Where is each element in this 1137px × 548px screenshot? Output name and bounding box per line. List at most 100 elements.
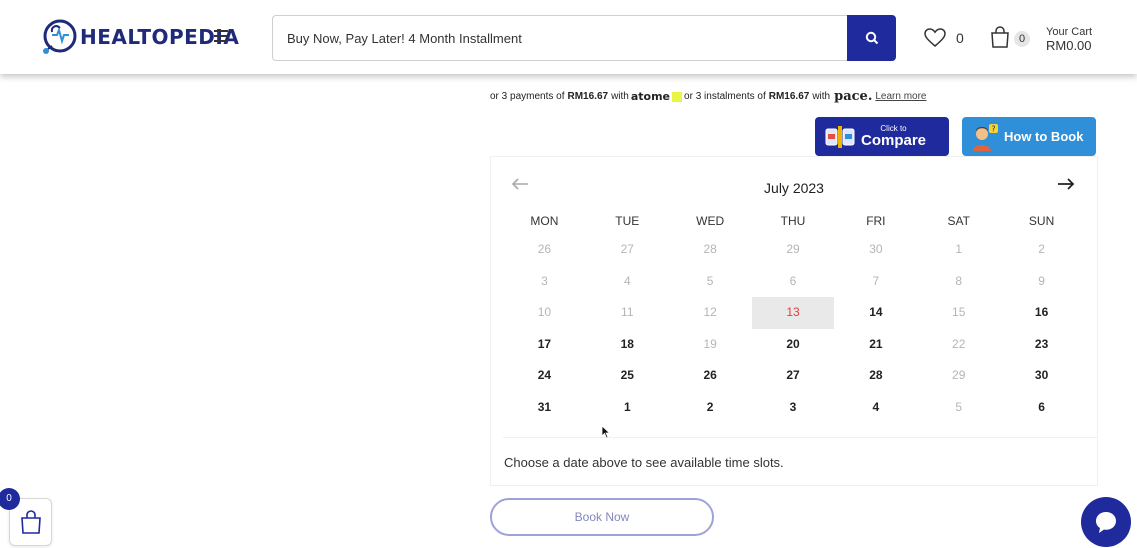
calendar-day-available[interactable]: 16 bbox=[1000, 297, 1083, 329]
calendar-day-today[interactable]: 13 bbox=[751, 297, 835, 329]
calendar-week-row: 24 25 26 27 28 29 30 bbox=[503, 360, 1083, 392]
installment-info: or 3 payments of RM16.67 with atome or 3… bbox=[490, 89, 927, 104]
wishlist-button[interactable]: 0 bbox=[924, 28, 964, 48]
calendar-day-unavailable: 19 bbox=[703, 336, 717, 351]
calendar-day-available[interactable]: 17 bbox=[503, 329, 586, 361]
calendar-day-unavailable: 29 bbox=[786, 242, 800, 256]
calendar-day-unavailable: 28 bbox=[703, 242, 717, 256]
calendar-day-unavailable: 11 bbox=[621, 305, 634, 319]
cart-button[interactable]: 0 bbox=[990, 26, 1030, 48]
calendar-grid: MON TUE WED THU FRI SAT SUN 26 27 28 29 30 1 2 3 4 5 6 7 8… bbox=[503, 209, 1083, 423]
cart-label: Your Cart bbox=[1046, 26, 1093, 38]
calendar-day-available[interactable]: 2 bbox=[669, 392, 752, 424]
calendar-day-unavailable: 29 bbox=[952, 368, 966, 382]
compare-button[interactable]: Click to Compare bbox=[815, 117, 949, 156]
mouse-cursor-icon bbox=[601, 425, 611, 439]
compare-label: Click to Compare bbox=[861, 125, 927, 149]
next-month-arrow-icon[interactable] bbox=[1057, 177, 1075, 191]
time-slot-hint: Choose a date above to see available tim… bbox=[504, 455, 784, 470]
calendar-day-unavailable: 7 bbox=[872, 273, 880, 288]
chat-bubble-icon bbox=[1096, 512, 1116, 533]
compare-icon bbox=[825, 125, 855, 148]
calendar-day-available[interactable]: 3 bbox=[752, 392, 835, 424]
calendar-day-available[interactable]: 30 bbox=[1000, 360, 1083, 392]
calendar-days: 26 27 28 29 30 1 2 3 4 5 6 7 8 9 10 11 12 13 14 15 16 17 18 19 2… bbox=[503, 234, 1083, 423]
calendar-day-unavailable: 12 bbox=[703, 305, 717, 319]
site-header: HEALTOPEDIA 0 0 Your Cart RM0.00 bbox=[0, 0, 1137, 74]
weekday-tue: TUE bbox=[615, 214, 640, 228]
cart-count-badge: 0 bbox=[1014, 31, 1030, 47]
installment-amount-atome: RM16.67 bbox=[567, 91, 609, 102]
weekday-thu: THU bbox=[780, 214, 806, 228]
calendar-day-unavailable: 5 bbox=[955, 399, 963, 414]
learn-more-link[interactable]: Learn more bbox=[875, 91, 926, 102]
cart-summary[interactable]: Your Cart RM0.00 bbox=[1046, 25, 1092, 53]
shopping-bag-icon bbox=[991, 26, 1009, 48]
calendar-weekday-header: MON TUE WED THU FRI SAT SUN bbox=[503, 209, 1083, 234]
calendar-day-available[interactable]: 26 bbox=[669, 360, 752, 392]
calendar-day-available[interactable]: 6 bbox=[1000, 392, 1083, 424]
weekday-sun: SUN bbox=[1028, 214, 1055, 228]
calendar-day-unavailable: 10 bbox=[537, 305, 552, 319]
calendar-day-unavailable: 26 bbox=[537, 242, 552, 256]
calendar-day-unavailable: 6 bbox=[789, 273, 797, 288]
weekday-fri: FRI bbox=[866, 214, 886, 228]
svg-text:?: ? bbox=[991, 124, 995, 133]
atome-mark-icon bbox=[672, 91, 683, 102]
calendar-day-unavailable: 5 bbox=[706, 273, 714, 288]
calendar-day-available[interactable]: 28 bbox=[834, 360, 917, 392]
installment-mid: or 3 instalments of bbox=[684, 91, 766, 102]
calendar-day-unavailable: 9 bbox=[1038, 273, 1045, 288]
calendar-day-unavailable: 3 bbox=[541, 273, 548, 288]
wishlist-count: 0 bbox=[956, 30, 964, 46]
how-to-book-label: How to Book bbox=[1004, 129, 1084, 144]
calendar-day-available[interactable]: 27 bbox=[752, 360, 835, 392]
shopping-bag-icon bbox=[20, 510, 41, 534]
calendar-day-available[interactable]: 18 bbox=[586, 329, 669, 361]
calendar-day-unavailable: 4 bbox=[623, 273, 631, 288]
compare-big-text: Compare bbox=[861, 132, 927, 149]
calendar-week-row: 3 4 5 6 7 8 9 bbox=[503, 266, 1083, 298]
calendar-day-available[interactable]: 23 bbox=[1000, 329, 1083, 361]
installment-with-2: with bbox=[812, 91, 831, 102]
how-to-book-button[interactable]: ? How to Book bbox=[962, 117, 1096, 156]
calendar-day-unavailable: 2 bbox=[1038, 242, 1045, 256]
cart-amount: RM0.00 bbox=[1046, 38, 1092, 53]
calendar-day-unavailable: 8 bbox=[955, 273, 963, 288]
calendar-day-available[interactable]: 1 bbox=[586, 392, 669, 424]
calendar-day-unavailable: 1 bbox=[955, 242, 963, 256]
installment-prefix: or 3 payments of bbox=[490, 91, 565, 102]
calendar-day-available[interactable]: 14 bbox=[834, 297, 917, 329]
calendar-day-available[interactable]: 20 bbox=[752, 329, 835, 361]
calendar-day-unavailable: 30 bbox=[869, 242, 883, 256]
booking-calendar: July 2023 MON TUE WED THU FRI SAT SUN 26 27 28 29… bbox=[490, 156, 1098, 486]
book-now-button[interactable]: Book Now bbox=[490, 498, 714, 536]
calendar-week-row: 17 18 19 20 21 22 23 bbox=[503, 329, 1083, 361]
menu-icon[interactable] bbox=[214, 30, 228, 42]
calendar-day-unavailable: 15 bbox=[952, 305, 966, 319]
calendar-week-row: 31 1 2 3 4 5 6 bbox=[503, 392, 1083, 424]
weekday-wed: WED bbox=[696, 214, 725, 228]
atome-logo: atome bbox=[630, 90, 671, 103]
person-question-icon: ? bbox=[973, 123, 998, 151]
calendar-day-available[interactable]: 4 bbox=[834, 392, 917, 424]
search-bar bbox=[272, 15, 896, 61]
chat-button[interactable] bbox=[1081, 497, 1131, 547]
calendar-day-available[interactable]: 31 bbox=[503, 392, 586, 424]
weekday-mon: MON bbox=[530, 214, 559, 228]
heart-icon bbox=[924, 28, 946, 47]
calendar-day-unavailable: 27 bbox=[620, 242, 634, 256]
logo-stethoscope-icon bbox=[43, 19, 77, 54]
search-button[interactable] bbox=[847, 15, 896, 61]
calendar-day-available[interactable]: 24 bbox=[503, 360, 586, 392]
calendar-day-available[interactable]: 25 bbox=[586, 360, 669, 392]
calendar-week-row: 26 27 28 29 30 1 2 bbox=[503, 234, 1083, 266]
logo[interactable]: HEALTOPEDIA bbox=[40, 18, 239, 56]
calendar-day-unavailable: 22 bbox=[952, 336, 966, 351]
pace-logo: pace. bbox=[834, 89, 873, 104]
calendar-day-available[interactable]: 21 bbox=[834, 329, 917, 361]
search-icon bbox=[865, 31, 878, 45]
installment-amount-pace: RM16.67 bbox=[768, 91, 810, 102]
installment-with-1: with bbox=[611, 91, 629, 102]
search-input[interactable] bbox=[272, 15, 847, 61]
